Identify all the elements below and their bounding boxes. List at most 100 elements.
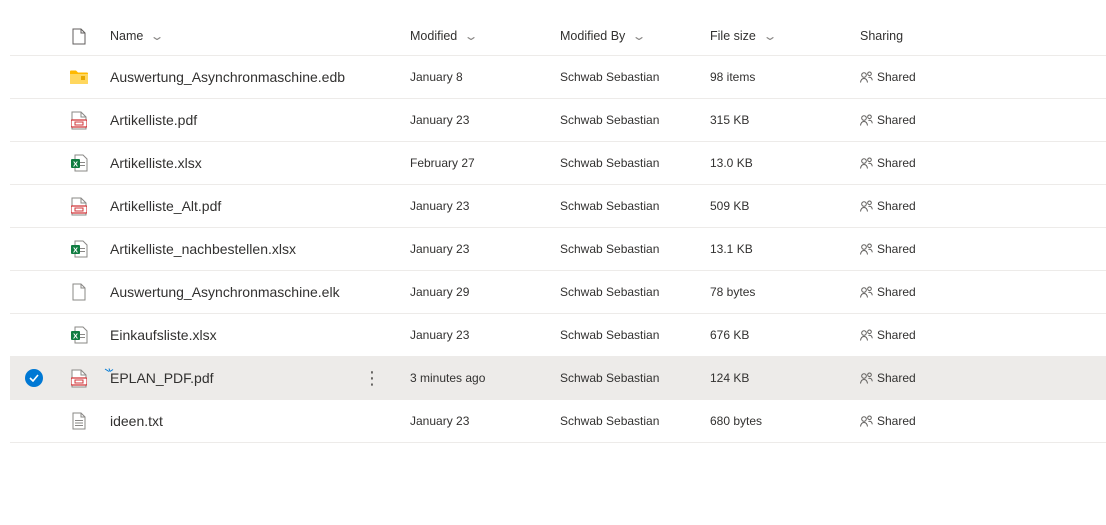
file-size-column-header[interactable]: File size ⌄ (710, 17, 778, 55)
modified-value: January 8 (410, 70, 463, 84)
shared-people-icon (860, 372, 877, 384)
pdf-file-icon (68, 185, 90, 227)
sharing-label: Shared (877, 285, 916, 299)
modified-value: January 29 (410, 285, 470, 299)
file-name-link[interactable]: Artikelliste.xlsx (110, 142, 202, 184)
sharing-status[interactable]: Shared (860, 142, 916, 184)
file-size-value: 676 KB (710, 328, 750, 342)
file-row[interactable]: X Einkaufsliste.xlsx January 23 Schwab Seba… (10, 314, 1106, 357)
svg-text:X: X (73, 331, 78, 340)
file-size-value: 13.0 KB (710, 156, 753, 170)
modified-by-value: Schwab Sebastian (560, 371, 660, 385)
modified-by-column-label: Modified By (560, 29, 626, 43)
file-size-value: 124 KB (710, 371, 750, 385)
file-size-value: 98 items (710, 70, 756, 84)
file-name-link[interactable]: Einkaufsliste.xlsx (110, 314, 217, 356)
modified-by-value: Schwab Sebastian (560, 328, 660, 342)
sharing-column-header[interactable]: Sharing (860, 17, 903, 55)
file-row[interactable]: Auswertung_Asynchronmaschine.edb January … (10, 56, 1106, 99)
modified-value: January 23 (410, 113, 470, 127)
sharing-label: Shared (877, 199, 916, 213)
file-name-link[interactable]: EPLAN_PDF.pdf (110, 357, 214, 399)
sharing-label: Shared (877, 414, 916, 428)
pdf-file-icon (68, 357, 90, 399)
chevron-down-icon: ⌄ (762, 29, 778, 43)
chevron-down-icon: ⌄ (631, 29, 647, 43)
file-rows: Auswertung_Asynchronmaschine.edb January … (10, 56, 1106, 443)
file-row[interactable]: X Artikelliste_nachbestellen.xlsx January … (10, 228, 1106, 271)
file-type-header-icon[interactable] (68, 17, 90, 55)
sharing-label: Shared (877, 371, 916, 385)
shared-people-icon (860, 415, 877, 427)
file-size-value: 78 bytes (710, 285, 756, 299)
sharing-status[interactable]: Shared (860, 228, 916, 270)
column-header-row: Name ⌄ Modified ⌄ Modified By ⌄ File size ⌄ … (10, 17, 1106, 56)
excel-file-icon: X (68, 228, 90, 270)
sharing-status[interactable]: Shared (860, 56, 916, 98)
file-size-value: 13.1 KB (710, 242, 753, 256)
modified-by-column-header[interactable]: Modified By ⌄ (560, 17, 647, 55)
modified-value: January 23 (410, 328, 470, 342)
file-name-link[interactable]: ideen.txt (110, 400, 163, 442)
generic-file-icon (68, 271, 90, 313)
file-size-value: 509 KB (710, 199, 750, 213)
file-name-link[interactable]: Artikelliste.pdf (110, 99, 197, 141)
shared-people-icon (860, 114, 877, 126)
modified-value: January 23 (410, 199, 470, 213)
svg-text:X: X (73, 245, 78, 254)
sharing-status[interactable]: Shared (860, 99, 916, 141)
file-row[interactable]: Artikelliste.pdf January 23 Schwab Sebasti… (10, 99, 1106, 142)
sharing-label: Shared (877, 156, 916, 170)
chevron-down-icon: ⌄ (149, 29, 165, 43)
sharing-status[interactable]: Shared (860, 400, 916, 442)
modified-by-value: Schwab Sebastian (560, 113, 660, 127)
modified-by-value: Schwab Sebastian (560, 242, 660, 256)
pdf-file-icon (68, 99, 90, 141)
checkmark-icon (25, 369, 43, 387)
modified-column-header[interactable]: Modified ⌄ (410, 17, 479, 55)
modified-by-value: Schwab Sebastian (560, 285, 660, 299)
name-column-header[interactable]: Name ⌄ (110, 17, 165, 55)
svg-text:X: X (73, 159, 78, 168)
name-column-label: Name (110, 29, 144, 43)
sharing-status[interactable]: Shared (860, 314, 916, 356)
modified-value: February 27 (410, 156, 475, 170)
file-row[interactable]: Auswertung_Asynchronmaschine.elk January … (10, 271, 1106, 314)
shared-people-icon (860, 157, 877, 169)
file-row[interactable]: Artikelliste_Alt.pdf January 23 Schwab Seb… (10, 185, 1106, 228)
text-file-icon (68, 400, 90, 442)
shared-people-icon (860, 71, 877, 83)
file-size-value: 315 KB (710, 113, 750, 127)
modified-by-value: Schwab Sebastian (560, 70, 660, 84)
file-size-column-label: File size (710, 29, 756, 43)
file-list: Name ⌄ Modified ⌄ Modified By ⌄ File size ⌄ … (10, 17, 1106, 443)
file-name-link[interactable]: Artikelliste_nachbestellen.xlsx (110, 228, 296, 270)
sharing-status[interactable]: Shared (860, 271, 916, 313)
file-row[interactable]: X Artikelliste.xlsx February 27 Schwab Seba… (10, 142, 1106, 185)
more-actions-icon[interactable]: ⋮ (362, 357, 382, 399)
excel-file-icon: X (68, 314, 90, 356)
sharing-status[interactable]: Shared (860, 185, 916, 227)
modified-value: 3 minutes ago (410, 371, 486, 385)
shared-people-icon (860, 329, 877, 341)
sharing-column-label: Sharing (860, 29, 904, 43)
chevron-down-icon: ⌄ (463, 29, 479, 43)
excel-file-icon: X (68, 142, 90, 184)
shared-people-icon (860, 200, 877, 212)
sharing-status[interactable]: Shared (860, 357, 916, 399)
modified-by-value: Schwab Sebastian (560, 156, 660, 170)
file-row[interactable]: ideen.txt January 23 Schwab Sebastian 680 b… (10, 400, 1106, 443)
sharing-label: Shared (877, 113, 916, 127)
row-checkbox[interactable] (22, 357, 46, 399)
modified-by-value: Schwab Sebastian (560, 199, 660, 213)
file-name-link[interactable]: Artikelliste_Alt.pdf (110, 185, 221, 227)
modified-column-label: Modified (410, 29, 458, 43)
sharing-label: Shared (877, 242, 916, 256)
file-name-link[interactable]: Auswertung_Asynchronmaschine.elk (110, 271, 340, 313)
modified-value: January 23 (410, 414, 470, 428)
shared-people-icon (860, 243, 877, 255)
modified-value: January 23 (410, 242, 470, 256)
file-name-link[interactable]: Auswertung_Asynchronmaschine.edb (110, 56, 345, 98)
file-row[interactable]: EPLAN_PDF.pdf ⋮ 3 minutes ago Schwab Sebast… (10, 357, 1106, 400)
folder-icon (68, 56, 90, 98)
